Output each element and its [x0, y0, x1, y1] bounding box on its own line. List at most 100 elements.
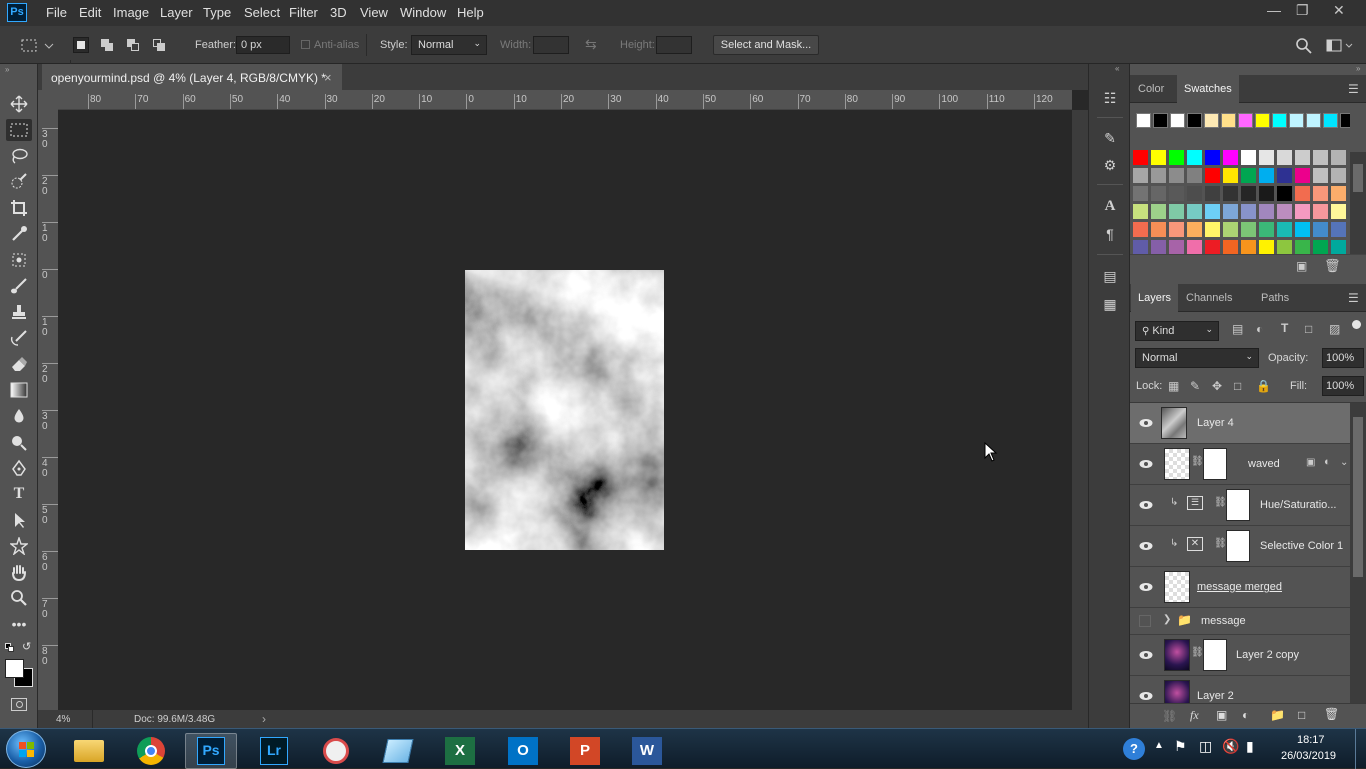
color-swatch[interactable]: [1331, 204, 1346, 219]
healing-brush-tool-icon[interactable]: [6, 249, 32, 271]
color-swatch[interactable]: [1187, 150, 1202, 165]
color-swatch[interactable]: [1223, 168, 1238, 183]
document-scrollbar[interactable]: [1072, 110, 1088, 710]
smart-object-filter-icon[interactable]: ▨: [1329, 322, 1340, 336]
visibility-eye-icon[interactable]: [1139, 689, 1153, 703]
style-select[interactable]: Normal ⌄: [411, 35, 487, 55]
battery-icon[interactable]: ▮: [1246, 738, 1254, 755]
layer-name[interactable]: Hue/Saturatio...: [1260, 499, 1336, 511]
color-swatch[interactable]: [1277, 204, 1292, 219]
show-desktop-button[interactable]: [1355, 729, 1366, 769]
properties-panel-icon[interactable]: ▤: [1100, 268, 1120, 288]
color-swatch[interactable]: [1277, 222, 1292, 237]
paragraph-panel-icon[interactable]: ¶: [1100, 226, 1120, 246]
menu-type[interactable]: Type: [203, 5, 231, 20]
color-swatch[interactable]: [1313, 204, 1328, 219]
notepad-icon[interactable]: [372, 733, 424, 769]
filter-kind-select[interactable]: ⚲ Kind ⌄: [1135, 321, 1219, 341]
vertical-ruler[interactable]: 3 0 2 0 1 0 0 1 0 2 0 3 0 4 0 5 0 6 0 7 0 8 0: [38, 110, 58, 710]
shape-filter-icon[interactable]: □: [1305, 322, 1312, 336]
color-swatch[interactable]: [1205, 168, 1220, 183]
lasso-tool-icon[interactable]: [6, 145, 32, 167]
eraser-tool-icon[interactable]: [6, 353, 32, 375]
color-swatch[interactable]: [1259, 150, 1274, 165]
color-swatch[interactable]: [1295, 168, 1310, 183]
marquee-preset-icon[interactable]: [20, 38, 54, 54]
color-swatch[interactable]: [1313, 240, 1328, 254]
lock-artboard-icon[interactable]: □: [1234, 379, 1241, 393]
tab-layers[interactable]: Layers: [1131, 284, 1179, 312]
hand-tool-icon[interactable]: [6, 561, 32, 583]
ruler-origin[interactable]: [38, 90, 58, 110]
restore-icon[interactable]: ❐: [1296, 2, 1309, 19]
tab-paths[interactable]: Paths: [1254, 284, 1296, 312]
color-swatch[interactable]: [1238, 113, 1253, 128]
color-swatch[interactable]: [1277, 150, 1292, 165]
quick-selection-tool-icon[interactable]: [6, 171, 32, 193]
layer-row[interactable]: message merged: [1130, 567, 1350, 608]
add-mask-icon[interactable]: ▣: [1216, 708, 1227, 722]
default-colors-icon[interactable]: [5, 643, 14, 652]
lock-image-icon[interactable]: ✎: [1190, 379, 1200, 393]
color-swatch[interactable]: [1331, 150, 1346, 165]
close-tab-icon[interactable]: ×: [324, 70, 332, 85]
custom-shape-tool-icon[interactable]: [6, 535, 32, 557]
more-tools-icon[interactable]: •••: [6, 613, 32, 635]
clone-stamp-tool-icon[interactable]: [6, 301, 32, 323]
new-layer-icon[interactable]: □: [1298, 708, 1305, 722]
lock-transparent-icon[interactable]: ▦: [1168, 379, 1179, 393]
layer-name[interactable]: Selective Color 1: [1260, 540, 1343, 552]
color-swatch[interactable]: [1331, 168, 1346, 183]
color-swatch[interactable]: [1187, 186, 1202, 201]
color-swatch[interactable]: [1136, 113, 1151, 128]
layer-effects-icon[interactable]: ◐: [1324, 456, 1331, 468]
color-swatch[interactable]: [1169, 186, 1184, 201]
snipping-tool-icon[interactable]: [310, 733, 362, 769]
color-swatch[interactable]: [1169, 204, 1184, 219]
color-swatch[interactable]: [1259, 204, 1274, 219]
visibility-toggle-empty[interactable]: [1139, 615, 1151, 627]
foreground-color-swatch[interactable]: [5, 659, 24, 678]
layer-row[interactable]: ⛓ waved ▣ ◐ ⌄: [1130, 444, 1350, 485]
tab-color[interactable]: Color: [1131, 75, 1171, 103]
close-window-icon[interactable]: ✕: [1333, 2, 1345, 19]
network-icon[interactable]: ◫: [1199, 738, 1212, 755]
color-swatch[interactable]: [1133, 168, 1148, 183]
layer-row[interactable]: ⛓ Layer 2 copy: [1130, 635, 1350, 676]
brush-presets-icon[interactable]: ✎: [1100, 130, 1120, 150]
menu-select[interactable]: Select: [244, 5, 280, 20]
path-selection-tool-icon[interactable]: [6, 509, 32, 531]
color-swatch[interactable]: [1151, 168, 1166, 183]
link-chain-icon[interactable]: ⛓: [1214, 538, 1227, 549]
color-swatch[interactable]: [1151, 222, 1166, 237]
subtract-selection-icon[interactable]: [125, 37, 141, 53]
feather-input[interactable]: 0 px: [236, 36, 290, 54]
lock-all-icon[interactable]: 🔒: [1256, 379, 1271, 393]
status-chevron-icon[interactable]: ›: [262, 712, 266, 726]
color-swatch[interactable]: [1133, 240, 1148, 254]
color-swatch[interactable]: [1170, 113, 1185, 128]
color-swatch[interactable]: [1277, 240, 1292, 254]
color-swatch[interactable]: [1255, 113, 1270, 128]
blend-mode-select[interactable]: Normal ⌄: [1135, 348, 1259, 368]
layer-group-row[interactable]: ❯ 📁 message: [1130, 608, 1350, 635]
color-swatch[interactable]: [1187, 240, 1202, 254]
chevron-right-icon[interactable]: ❯: [1163, 614, 1171, 625]
type-tool-icon[interactable]: T: [6, 483, 32, 505]
chevron-down-icon[interactable]: ⌄: [1340, 457, 1348, 468]
color-swatch[interactable]: [1241, 240, 1256, 254]
type-filter-icon[interactable]: T: [1281, 321, 1288, 335]
color-swatch[interactable]: [1205, 240, 1220, 254]
intersect-selection-icon[interactable]: [151, 37, 167, 53]
color-swatch[interactable]: [1169, 240, 1184, 254]
color-swatch[interactable]: [1169, 222, 1184, 237]
document-canvas-image[interactable]: [465, 270, 664, 550]
color-swatch[interactable]: [1259, 222, 1274, 237]
clock-time[interactable]: 18:17: [1297, 734, 1325, 746]
swatches-scrollbar[interactable]: [1350, 152, 1366, 256]
layer-row[interactable]: ↳ ✕ ⛓ Selective Color 1: [1130, 526, 1350, 567]
layer-row[interactable]: ↳ ☰ ⛓ Hue/Saturatio...: [1130, 485, 1350, 526]
color-swatch[interactable]: [1295, 186, 1310, 201]
layer-name[interactable]: message: [1201, 615, 1246, 627]
help-tray-icon[interactable]: ?: [1123, 738, 1145, 760]
